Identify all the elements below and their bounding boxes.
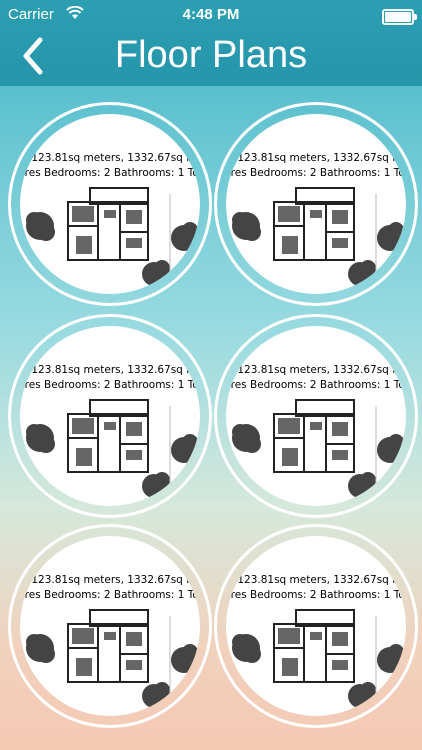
nav-header: Carrier 4:48 PM Floor Plans	[0, 0, 422, 86]
floor-plan-card-5[interactable]: e: 123.81sq meters, 1332.67sq ft ures Be…	[8, 524, 212, 728]
floor-plan-thumbnail: e: 123.81sq meters, 1332.67sq ft ures Be…	[226, 326, 406, 506]
floor-plan-drawing-icon	[26, 399, 198, 506]
floor-plan-thumbnail: e: 123.81sq meters, 1332.67sq ft ures Be…	[226, 114, 406, 294]
floor-plan-card-1[interactable]: e: 123.81sq meters, 1332.67sq ft ures Be…	[8, 102, 212, 306]
floor-plan-thumbnail: e: 123.81sq meters, 1332.67sq ft ures Be…	[20, 114, 200, 294]
floor-plan-drawing-icon	[232, 399, 404, 506]
floor-plan-thumbnail: e: 123.81sq meters, 1332.67sq ft ures Be…	[20, 536, 200, 716]
floor-plan-thumbnail: e: 123.81sq meters, 1332.67sq ft ures Be…	[226, 536, 406, 716]
floor-plan-drawing-icon	[26, 609, 198, 716]
status-bar: Carrier 4:48 PM	[0, 0, 422, 28]
floor-plan-card-4[interactable]: e: 123.81sq meters, 1332.67sq ft ures Be…	[214, 314, 418, 518]
floor-plan-drawing-icon	[232, 609, 404, 716]
floor-plan-thumbnail: e: 123.81sq meters, 1332.67sq ft ures Be…	[20, 326, 200, 506]
floor-plan-drawing-icon	[232, 187, 404, 294]
battery-icon	[382, 9, 417, 25]
page-title: Floor Plans	[114, 34, 308, 76]
floor-plan-card-6[interactable]: e: 123.81sq meters, 1332.67sq ft ures Be…	[214, 524, 418, 728]
floor-plan-card-3[interactable]: e: 123.81sq meters, 1332.67sq ft ures Be…	[8, 314, 212, 518]
floor-plan-drawing-icon	[26, 187, 198, 294]
status-time: 4:48 PM	[182, 6, 240, 23]
floor-plan-card-2[interactable]: e: 123.81sq meters, 1332.67sq ft ures Be…	[214, 102, 418, 306]
